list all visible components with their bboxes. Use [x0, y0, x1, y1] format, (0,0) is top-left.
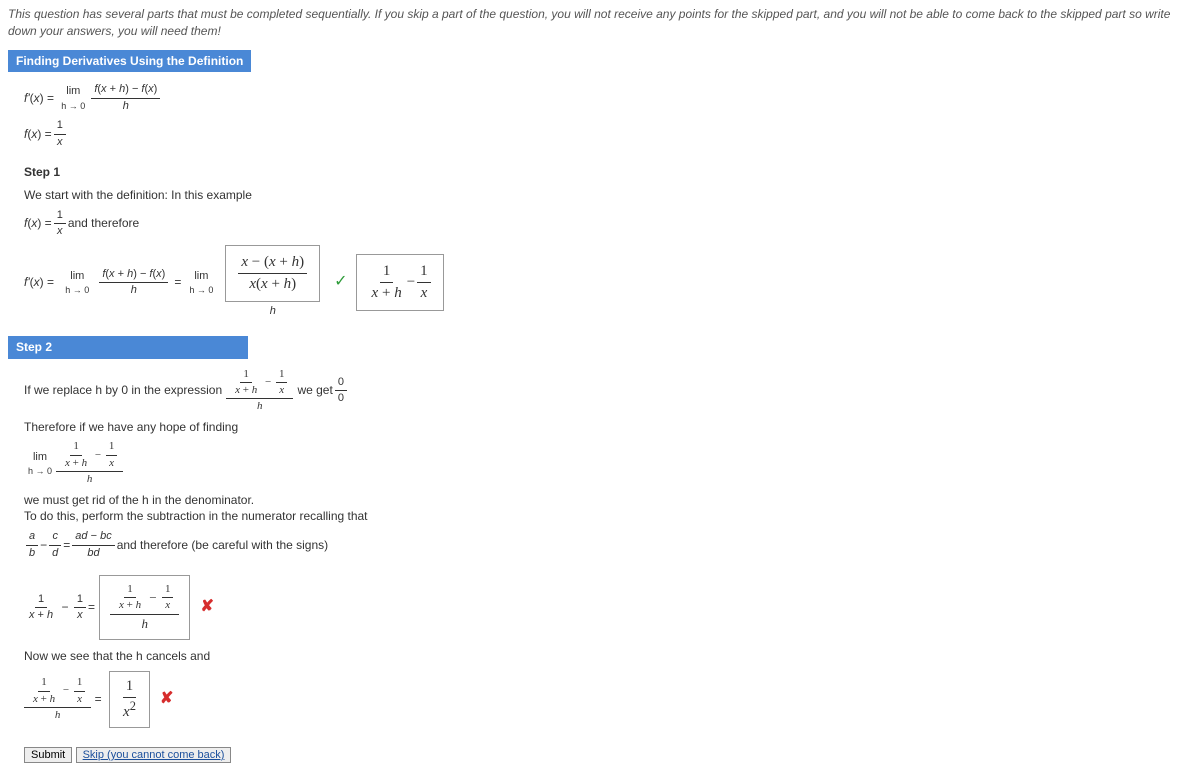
cross-icon-2: ✘: [160, 688, 173, 710]
step2-rule: ab − cd = ad − bcbd and therefore (be ca…: [24, 529, 1192, 561]
step2-line1: If we replace h by 0 in the expression 1…: [24, 367, 1192, 415]
cross-icon: ✘: [200, 596, 213, 618]
step2-header: Step 2: [8, 336, 248, 359]
lim-operator: lim h → 0: [61, 84, 85, 112]
section-header: Finding Derivatives Using the Definition: [8, 50, 251, 73]
step2-line5: Now we see that the h cancels and: [24, 648, 1192, 665]
step1-title: Step 1: [24, 164, 1192, 181]
step2-answer-box-1[interactable]: 1x + h − 1x h: [99, 575, 190, 640]
step2-limit-expr: lim h → 0 1x + h − 1x h: [24, 439, 1192, 487]
step2-answer-row-2: 1x + h − 1x h = 1 x2 ✘: [24, 671, 1192, 728]
skip-button[interactable]: Skip (you cannot come back): [76, 747, 232, 763]
step2-answer-row-1: 1 x + h − 1 x = 1x + h − 1x h ✘: [24, 575, 1192, 640]
step1-fx: f(x) = 1 x and therefore: [24, 208, 1192, 240]
step1-intro: We start with the definition: In this ex…: [24, 187, 1192, 204]
step2-line3: we must get rid of the h in the denomina…: [24, 492, 1192, 509]
fprime-label: f'(x) =: [24, 90, 57, 107]
definition-line: f'(x) = lim h → 0 f(x + h) − f(x) h: [24, 82, 1192, 114]
step2-answer-box-2[interactable]: 1 x2: [109, 671, 150, 728]
check-icon: ✓: [334, 271, 347, 293]
warning-text: This question has several parts that mus…: [8, 6, 1192, 40]
step1-derivative-line: f'(x) = lim h → 0 f(x + h) − f(x) h = li…: [24, 245, 1192, 319]
step1-under-h: h: [270, 304, 276, 319]
step1-answer-box-1[interactable]: x − (x + h) x(x + h): [225, 245, 320, 302]
step1-answer-box-2[interactable]: 1 x + h − 1 x: [356, 254, 444, 311]
step2-line2: Therefore if we have any hope of finding: [24, 419, 1192, 436]
submit-button[interactable]: Submit: [24, 747, 72, 763]
definition-fraction: f(x + h) − f(x) h: [91, 82, 160, 114]
step2-line4: To do this, perform the subtraction in t…: [24, 508, 1192, 525]
given-fx: f(x) = 1 x: [24, 118, 1192, 150]
